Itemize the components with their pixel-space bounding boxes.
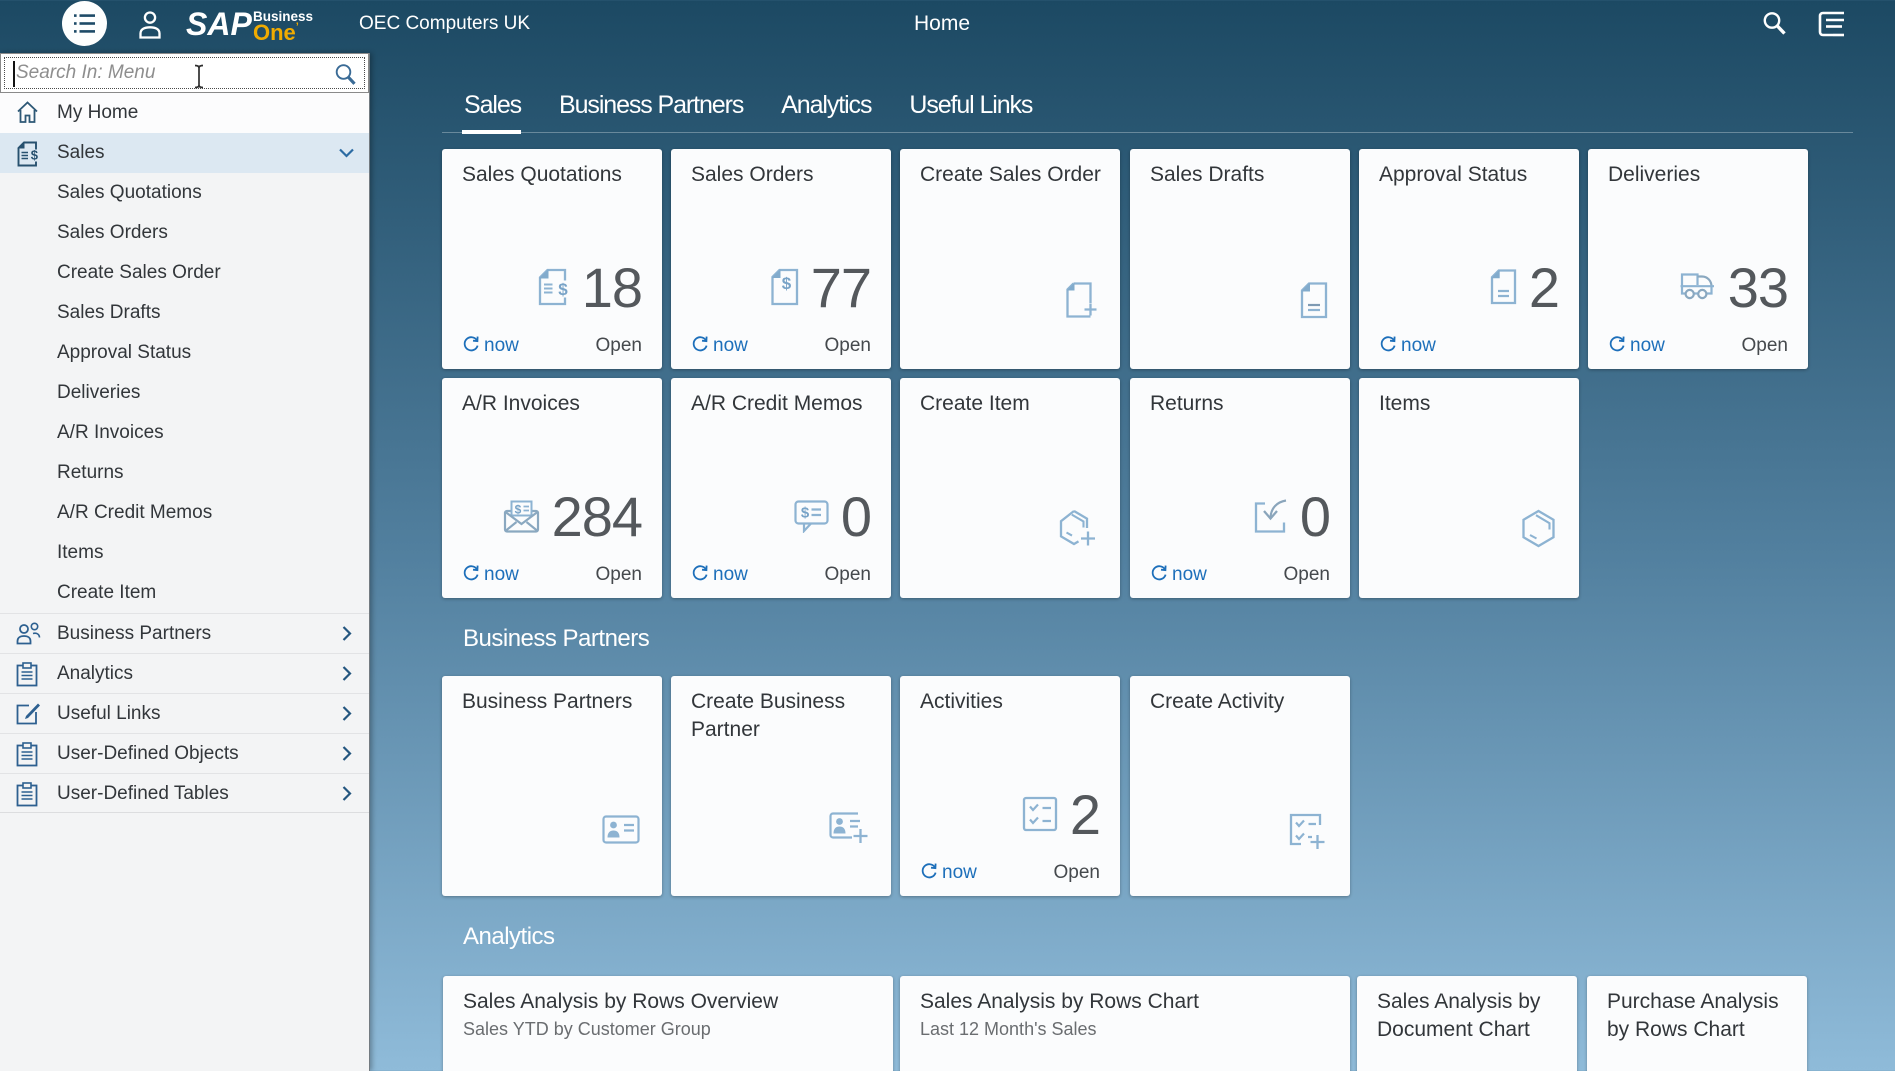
svg-text:$: $ xyxy=(801,504,810,521)
svg-text:$: $ xyxy=(781,274,791,293)
svg-text:$: $ xyxy=(558,280,568,299)
svg-text:$: $ xyxy=(31,148,39,163)
svg-text:$: $ xyxy=(514,503,521,517)
